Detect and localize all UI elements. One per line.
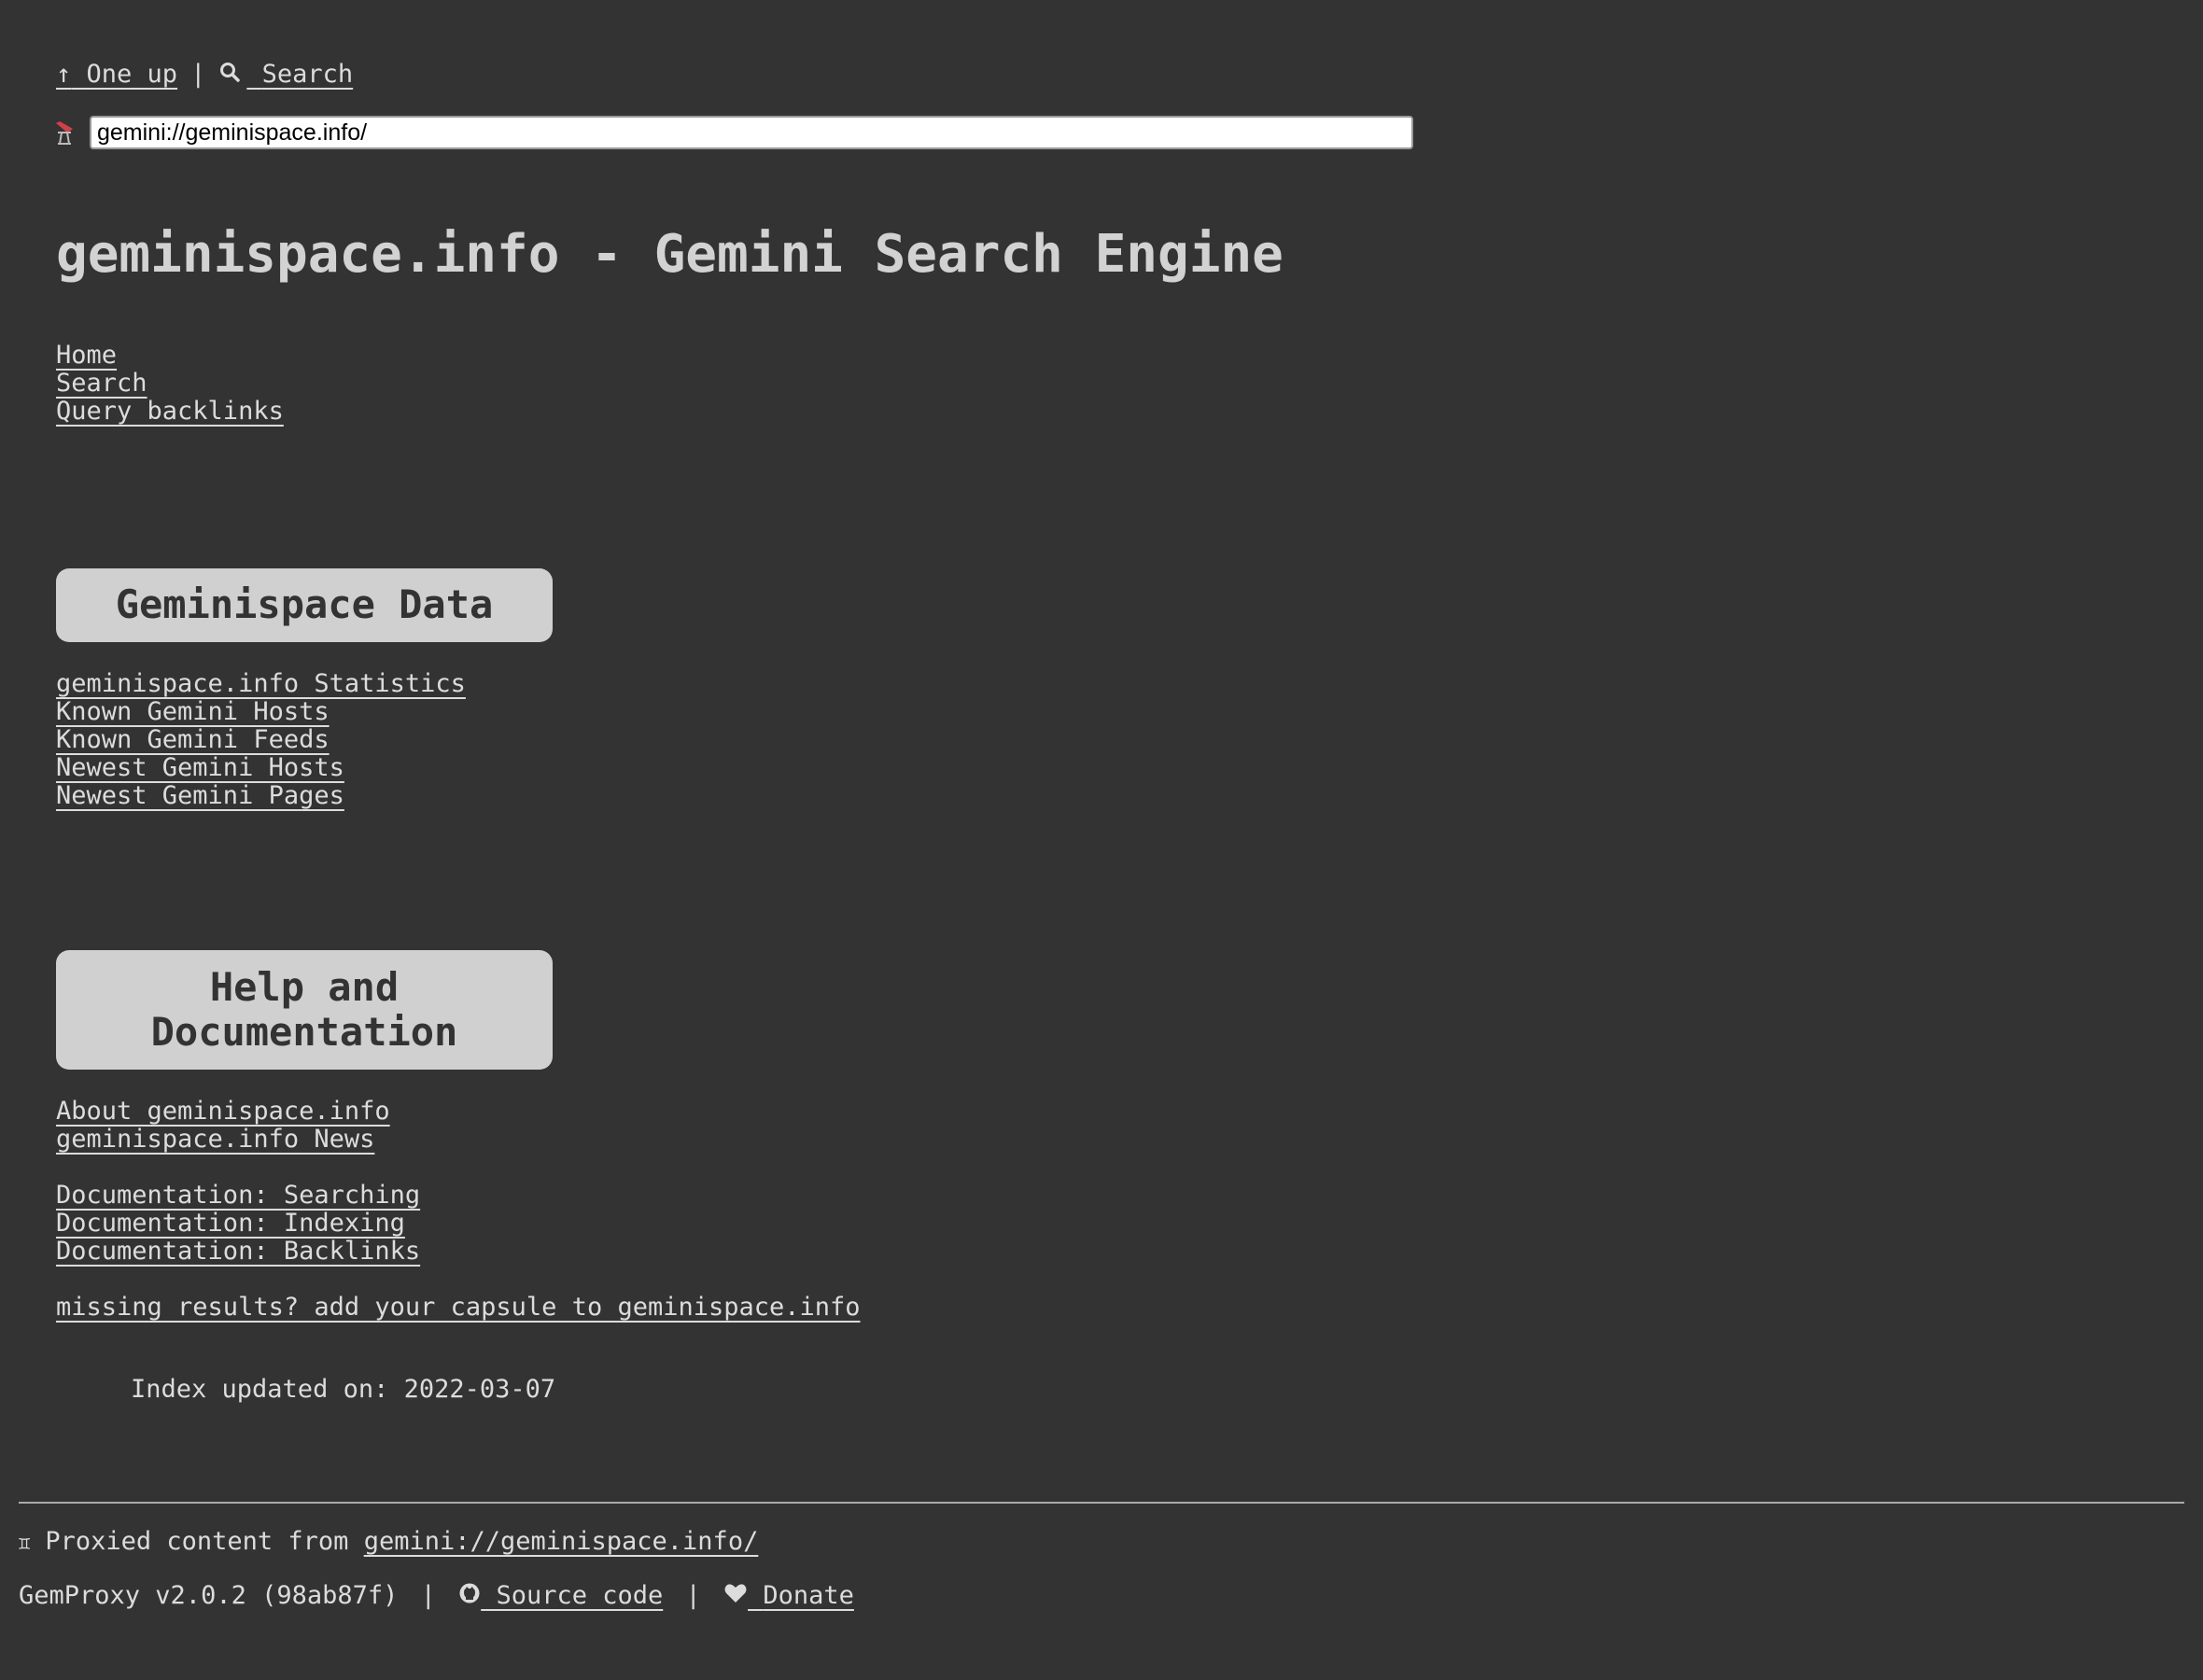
search-link[interactable]: Search	[218, 60, 353, 89]
add-capsule-link[interactable]: missing results? add your capsule to gem…	[56, 1294, 861, 1322]
about-link[interactable]: About geminispace.info	[56, 1098, 390, 1126]
search-page-link[interactable]: Search	[56, 370, 147, 398]
help-links: About geminispace.info geminispace.info …	[56, 1098, 861, 1322]
proxied-prefix: Proxied content from	[45, 1527, 349, 1556]
geminispace-data-heading-text: Geminispace Data	[115, 581, 494, 627]
heart-icon	[723, 1580, 748, 1614]
home-link[interactable]: Home	[56, 342, 117, 370]
news-link[interactable]: geminispace.info News	[56, 1126, 374, 1154]
version-footer: GemProxy v2.0.2 (98ab87f) | Source code …	[19, 1579, 854, 1614]
up-arrow-icon: ↑	[56, 60, 72, 89]
doc-searching-link[interactable]: Documentation: Searching	[56, 1182, 420, 1210]
page-title: geminispace.info - Gemini Search Engine	[56, 224, 1284, 285]
known-feeds-link[interactable]: Known Gemini Feeds	[56, 726, 330, 754]
proxied-footer: ♊︎ Proxied content from gemini://geminis…	[19, 1525, 758, 1560]
help-documentation-heading: Help and Documentation	[56, 950, 553, 1070]
version-text: GemProxy v2.0.2 (98ab87f)	[19, 1581, 399, 1610]
donate-label: Donate	[763, 1581, 854, 1610]
source-code-label: Source code	[496, 1581, 664, 1610]
doc-indexing-link[interactable]: Documentation: Indexing	[56, 1210, 405, 1238]
help-heading-line2: Documentation	[150, 1009, 458, 1055]
url-input[interactable]	[90, 116, 1413, 149]
one-up-label: One up	[86, 60, 178, 89]
search-label: Search	[261, 60, 354, 89]
url-bar	[52, 116, 1413, 149]
footer-divider	[19, 1502, 2184, 1504]
proxied-source-link[interactable]: gemini://geminispace.info/	[364, 1527, 759, 1556]
geminispace-data-heading: Geminispace Data	[56, 568, 553, 642]
help-heading-line1: Help and	[209, 964, 400, 1010]
known-hosts-link[interactable]: Known Gemini Hosts	[56, 698, 330, 726]
github-icon	[458, 1580, 481, 1614]
statistics-link[interactable]: geminispace.info Statistics	[56, 670, 466, 698]
index-updated-text: Index updated on: 2022-03-07	[131, 1375, 556, 1404]
one-up-link[interactable]: ↑ One up	[56, 60, 177, 89]
nav-separator: |	[190, 60, 206, 89]
data-links: geminispace.info Statistics Known Gemini…	[56, 670, 466, 810]
query-backlinks-link[interactable]: Query backlinks	[56, 398, 284, 426]
doc-backlinks-link[interactable]: Documentation: Backlinks	[56, 1238, 420, 1266]
gemini-logo-icon	[52, 119, 77, 147]
source-code-link[interactable]: Source code	[458, 1581, 663, 1610]
newest-hosts-link[interactable]: Newest Gemini Hosts	[56, 754, 344, 782]
gemini-symbol-icon: ♊︎	[19, 1531, 31, 1554]
main-links: Home Search Query backlinks	[56, 342, 284, 426]
page: ↑ One up | Search geminispace.info - Gemi…	[0, 0, 2203, 1680]
footer-separator: |	[420, 1581, 436, 1610]
footer-separator-2: |	[685, 1581, 701, 1610]
search-icon	[218, 59, 241, 92]
top-nav: ↑ One up | Search	[56, 58, 353, 92]
newest-pages-link[interactable]: Newest Gemini Pages	[56, 782, 344, 810]
donate-link[interactable]: Donate	[723, 1581, 854, 1610]
